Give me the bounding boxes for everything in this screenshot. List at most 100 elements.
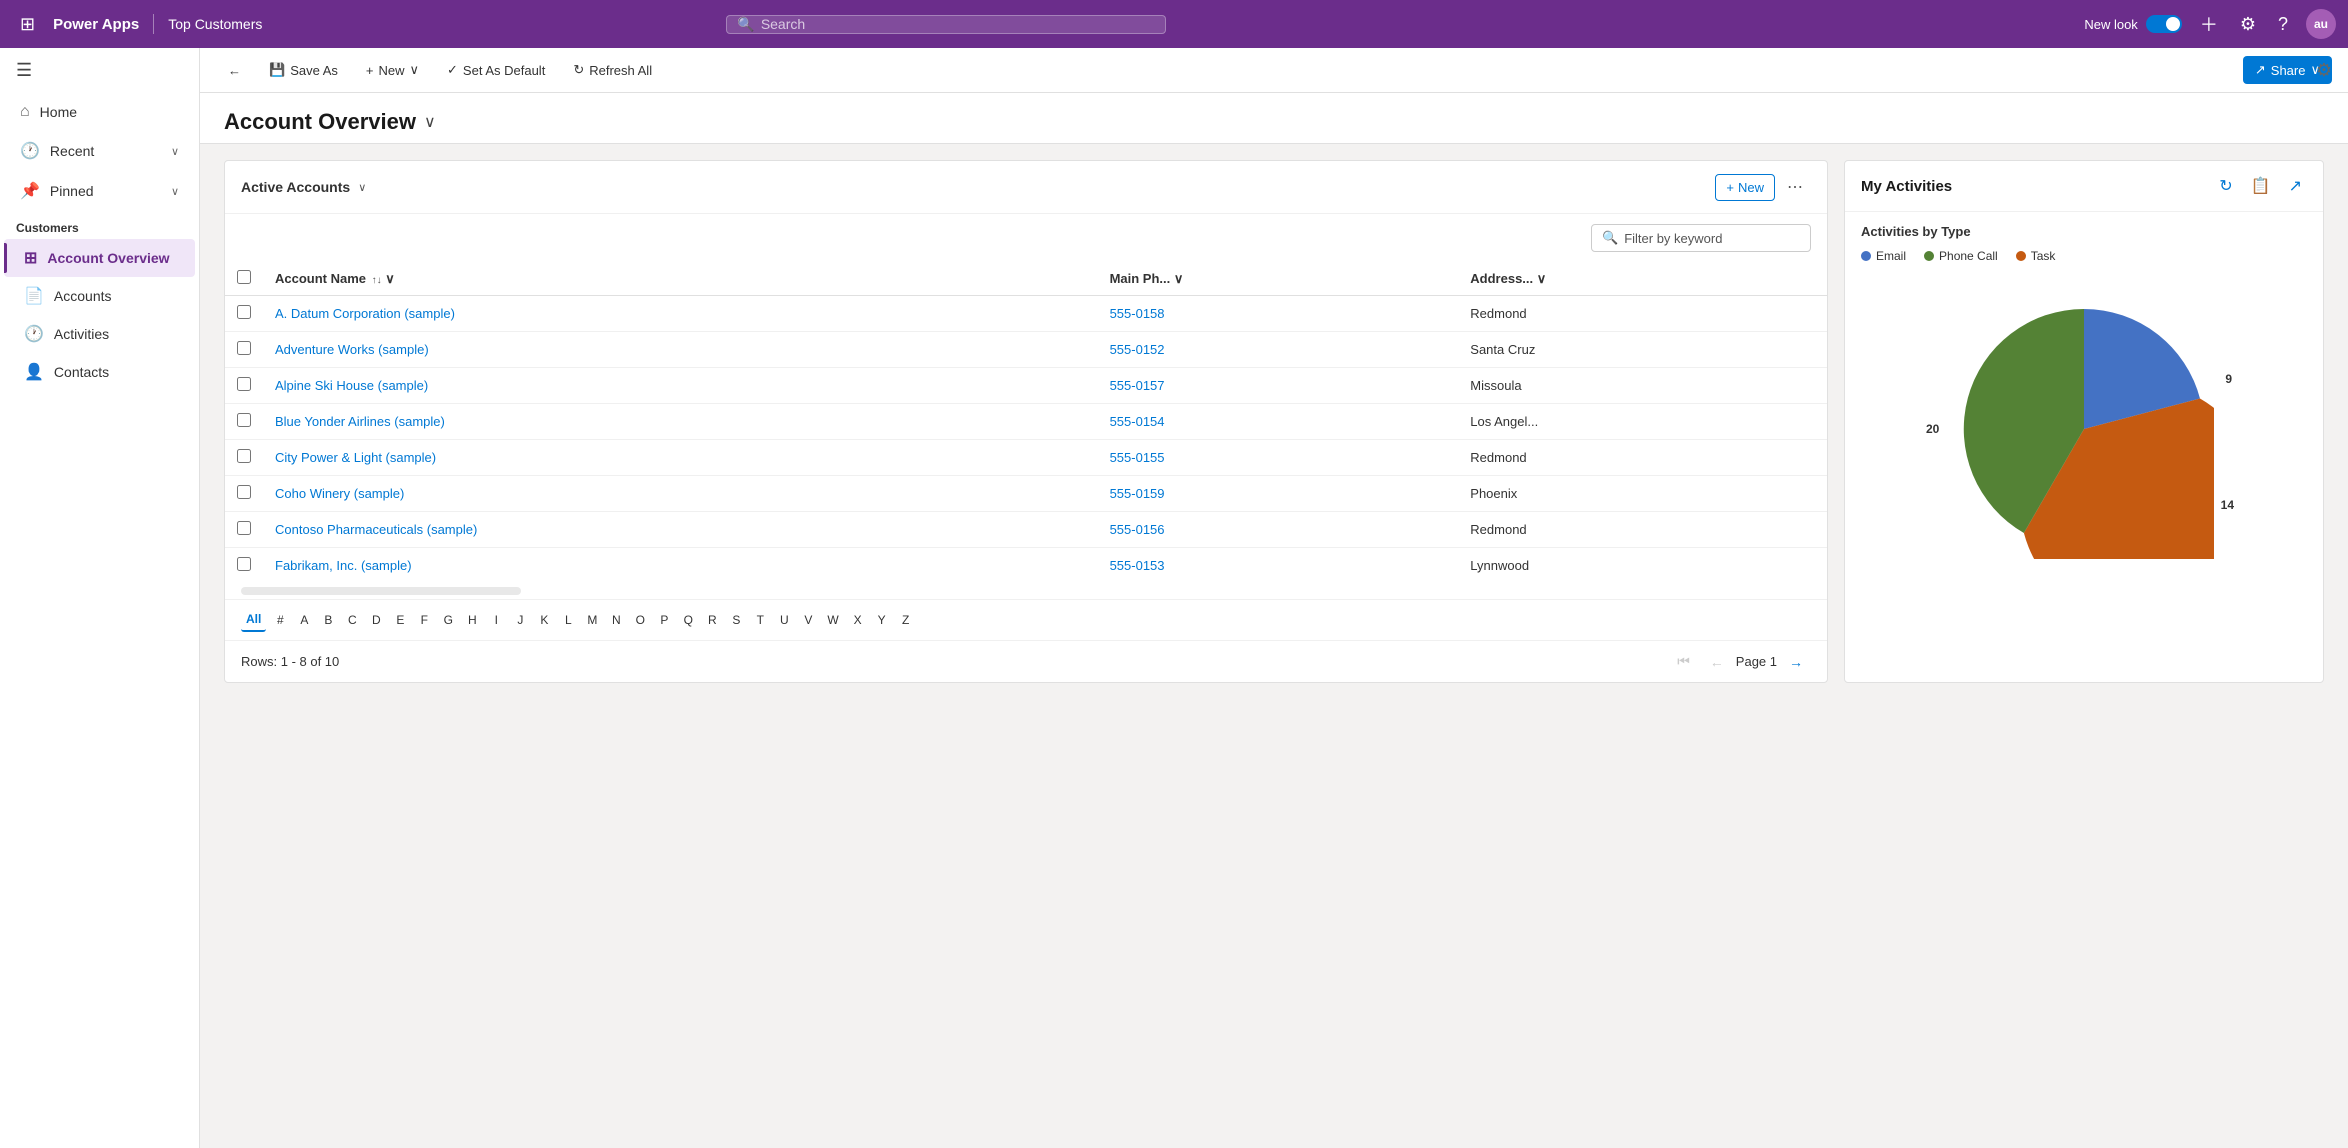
main-phone-col-header[interactable]: Main Ph... ∨: [1098, 262, 1459, 296]
alpha-btn-c[interactable]: C: [342, 608, 362, 632]
horizontal-scrollbar[interactable]: [241, 587, 521, 595]
address-cell: Redmond: [1458, 440, 1827, 476]
alpha-btn-d[interactable]: D: [366, 608, 386, 632]
accounts-card-chevron-icon[interactable]: ∨: [358, 181, 366, 194]
alpha-btn-e[interactable]: E: [390, 608, 410, 632]
account-name-col-header[interactable]: Account Name ↑↓ ∨: [263, 262, 1098, 296]
alpha-btn-j[interactable]: J: [510, 608, 530, 632]
alpha-btn-w[interactable]: W: [822, 608, 843, 632]
row-checkbox[interactable]: [237, 557, 251, 571]
alpha-btn-#[interactable]: #: [270, 608, 290, 632]
sidebar-item-pinned[interactable]: 📌 Pinned ∨: [4, 171, 195, 211]
alpha-btn-r[interactable]: R: [702, 608, 722, 632]
sidebar-item-home[interactable]: ⌂ Home: [4, 93, 195, 131]
alpha-btn-x[interactable]: X: [848, 608, 868, 632]
row-checkbox[interactable]: [237, 485, 251, 499]
activities-refresh-button[interactable]: ↻: [2214, 173, 2237, 199]
alpha-btn-u[interactable]: U: [774, 608, 794, 632]
first-page-button[interactable]: ⏮: [1669, 649, 1698, 674]
help-icon[interactable]: ?: [2274, 10, 2292, 39]
new-look-switch[interactable]: [2146, 15, 2182, 33]
alpha-btn-a[interactable]: A: [294, 608, 314, 632]
phone-cell[interactable]: 555-0154: [1098, 404, 1459, 440]
grid-icon[interactable]: ⊞: [12, 10, 43, 39]
alpha-btn-l[interactable]: L: [558, 608, 578, 632]
alpha-btn-t[interactable]: T: [750, 608, 770, 632]
account-name-cell[interactable]: Fabrikam, Inc. (sample): [263, 548, 1098, 584]
alpha-btn-v[interactable]: V: [798, 608, 818, 632]
accounts-new-button[interactable]: + New: [1715, 174, 1775, 201]
sidebar-item-recent[interactable]: 🕐 Recent ∨: [4, 131, 195, 171]
phone-cell[interactable]: 555-0156: [1098, 512, 1459, 548]
alpha-btn-p[interactable]: P: [654, 608, 674, 632]
row-checkbox[interactable]: [237, 377, 251, 391]
phone-cell[interactable]: 555-0157: [1098, 368, 1459, 404]
refresh-all-button[interactable]: ↻ Refresh All: [561, 56, 664, 84]
activities-report-button[interactable]: 📋: [2246, 173, 2276, 199]
select-all-checkbox[interactable]: [237, 270, 251, 284]
search-bar[interactable]: 🔍: [726, 15, 1166, 34]
prev-page-button[interactable]: ←: [1702, 650, 1732, 674]
alpha-btn-h[interactable]: H: [462, 608, 482, 632]
alpha-btn-f[interactable]: F: [414, 608, 434, 632]
activities-expand-button[interactable]: ↗: [2284, 173, 2307, 199]
page-title-chevron-icon[interactable]: ∨: [424, 112, 436, 132]
phone-cell[interactable]: 555-0153: [1098, 548, 1459, 584]
row-checkbox[interactable]: [237, 413, 251, 427]
account-name-cell[interactable]: Contoso Pharmaceuticals (sample): [263, 512, 1098, 548]
phone-cell[interactable]: 555-0159: [1098, 476, 1459, 512]
alpha-btn-b[interactable]: B: [318, 608, 338, 632]
alpha-btn-all[interactable]: All: [241, 608, 266, 632]
alpha-btn-s[interactable]: S: [726, 608, 746, 632]
address-col-header[interactable]: Address... ∨: [1458, 262, 1827, 296]
activities-body: Activities by Type Email Phone Call Task: [1845, 212, 2323, 591]
sidebar-toggle-icon[interactable]: ☰: [0, 48, 199, 93]
alpha-btn-m[interactable]: M: [582, 608, 602, 632]
row-checkbox[interactable]: [237, 305, 251, 319]
row-checkbox-cell: [225, 332, 263, 368]
filter-input-container[interactable]: 🔍 Filter by keyword: [1591, 224, 1811, 252]
save-as-button[interactable]: 💾 Save As: [257, 56, 350, 84]
page-label: Page 1: [1736, 654, 1777, 669]
phone-cell[interactable]: 555-0152: [1098, 332, 1459, 368]
account-name-cell[interactable]: Alpine Ski House (sample): [263, 368, 1098, 404]
row-checkbox[interactable]: [237, 341, 251, 355]
set-as-default-button[interactable]: ✓ Set As Default: [435, 56, 557, 84]
phone-cell[interactable]: 555-0158: [1098, 296, 1459, 332]
next-page-button[interactable]: →: [1781, 650, 1811, 674]
row-checkbox[interactable]: [237, 521, 251, 535]
alpha-btn-n[interactable]: N: [606, 608, 626, 632]
settings-icon[interactable]: ⚙: [2236, 10, 2260, 39]
page-settings-icon[interactable]: ⚙: [2316, 60, 2332, 81]
alpha-btn-z[interactable]: Z: [896, 608, 916, 632]
account-name-cell[interactable]: Blue Yonder Airlines (sample): [263, 404, 1098, 440]
avatar[interactable]: au: [2306, 9, 2336, 39]
sidebar-item-account-overview[interactable]: ⊞ Account Overview: [4, 239, 195, 277]
alpha-btn-k[interactable]: K: [534, 608, 554, 632]
phone-call-legend-label: Phone Call: [1939, 249, 1998, 263]
sidebar-item-contacts[interactable]: 👤 Contacts: [4, 353, 195, 391]
accounts-more-button[interactable]: ⋯: [1779, 173, 1811, 201]
alpha-btn-i[interactable]: I: [486, 608, 506, 632]
sidebar-item-activities[interactable]: 🕐 Activities: [4, 315, 195, 353]
alpha-btn-y[interactable]: Y: [872, 608, 892, 632]
new-look-toggle[interactable]: New look: [2084, 15, 2181, 33]
alpha-btn-g[interactable]: G: [438, 608, 458, 632]
back-button[interactable]: ←: [216, 57, 253, 84]
account-name-cell[interactable]: A. Datum Corporation (sample): [263, 296, 1098, 332]
new-button[interactable]: + New ∨: [354, 56, 431, 84]
alpha-btn-o[interactable]: O: [630, 608, 650, 632]
legend-item-task: Task: [2016, 249, 2056, 263]
account-name-cell[interactable]: City Power & Light (sample): [263, 440, 1098, 476]
search-input[interactable]: [761, 16, 1156, 32]
save-as-label: Save As: [290, 63, 338, 78]
account-name-cell[interactable]: Adventure Works (sample): [263, 332, 1098, 368]
account-name-cell[interactable]: Coho Winery (sample): [263, 476, 1098, 512]
filter-search-icon: 🔍: [1602, 230, 1618, 246]
plus-icon[interactable]: ＋: [2196, 7, 2222, 41]
sidebar-item-accounts[interactable]: 📄 Accounts: [4, 277, 195, 315]
page-title: Account Overview: [224, 109, 416, 135]
alpha-btn-q[interactable]: Q: [678, 608, 698, 632]
row-checkbox[interactable]: [237, 449, 251, 463]
phone-cell[interactable]: 555-0155: [1098, 440, 1459, 476]
